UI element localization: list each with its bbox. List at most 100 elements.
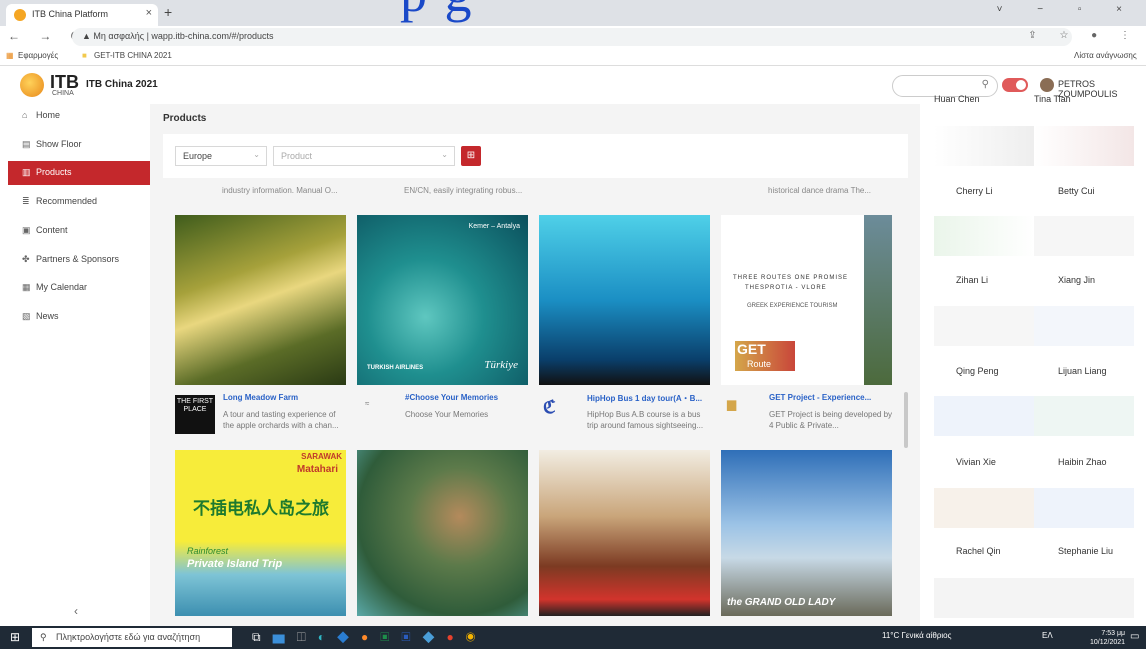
address-bar[interactable]: ▲ Μη ασφαλής | wapp.itb-china.com/#/prod… [72,28,1072,46]
contact-name[interactable]: Vivian Xie [956,457,996,467]
sidebar-item-label: Home [36,110,61,120]
product-image [539,215,710,385]
reading-list[interactable]: Λίστα ανάγνωσης [1074,51,1137,60]
browser-toolbar-icons[interactable]: ⇪ ☆ ● ⋮ [1028,30,1140,41]
product-title[interactable]: Long Meadow Farm [223,393,347,402]
card-desc-cut: industry information. Manual O... [222,186,338,195]
sidebar-item-content[interactable]: ▣ Content [8,219,150,243]
itb-logo-icon [20,73,44,97]
card-desc-cut: historical dance drama The... [768,186,872,195]
product-desc: A tour and tasting experience of the app… [223,410,339,430]
browser-tab-strip: ITB China Platform × + ˅ − ▫ × [0,0,1146,26]
folder-icon: ■ [82,51,87,60]
new-tab-button[interactable]: + [164,4,172,20]
sidebar-item-partners[interactable]: ✤ Partners & Sponsors [8,248,150,272]
notifications-icon[interactable]: ▭ [1130,631,1139,642]
collapse-sidebar-button[interactable]: ‹ [74,604,78,618]
product-title[interactable]: GET Project - Experience... [769,393,893,402]
address-bar-row: ← → C ▲ Μη ασφαλής | wapp.itb-china.com/… [0,26,1146,48]
product-image [175,215,346,385]
product-desc: HipHop Bus A.B course is a bus trip arou… [587,410,704,430]
matahari-text: Matahari [296,464,338,475]
calendar-icon: ▦ [22,282,31,292]
contact-name[interactable]: Lijuan Liang [1058,366,1107,376]
grid-view-button[interactable]: ⊞ [461,146,481,166]
contact-name[interactable]: Xiang Jin [1058,275,1095,285]
floor-icon: ▤ [22,139,31,149]
sidebar-item-label: Partners & Sponsors [36,254,120,264]
bookmark-get-itb[interactable]: GET-ITB CHINA 2021 [94,51,172,60]
taskbar: ⊞ ⚲ Πληκτρολογήστε εδώ για αναζήτηση ⧉▆◫◐… [0,626,1146,649]
sidebar-item-calendar[interactable]: ▦ My Calendar [8,276,150,300]
filter-bar: Europe ⌄ Product ⌄ ⊞ [163,134,908,178]
sidebar-item-news[interactable]: ▧ News [8,305,150,329]
contact-name[interactable]: Haibin Zhao [1058,457,1107,467]
sidebar-item-label: Recommended [36,196,98,206]
url-text: wapp.itb-china.com/#/products [151,31,274,41]
main-scrollbar[interactable] [904,392,908,448]
sidebar-item-products[interactable]: ▥ Products [8,161,150,185]
avatar[interactable] [1040,78,1054,92]
contact-name[interactable]: Rachel Qin [956,546,1001,556]
product-image [539,450,710,616]
product-select[interactable]: Product ⌄ [273,146,455,166]
bookmark-apps[interactable]: Εφαρμογές [18,51,58,60]
apps-grid-icon[interactable]: ▦ [6,51,14,60]
product-image: Kemer – Antalya TURKISH AIRLINES Türkiye [357,215,528,385]
company-logo: ℭ [543,397,556,417]
sidebar-item-label: News [36,311,59,321]
contact-name[interactable]: Betty Cui [1058,186,1095,196]
clock[interactable]: 7:53 μμ 10/12/2021 [1090,629,1125,647]
taskbar-search-placeholder: Πληκτρολογήστε εδώ για αναζήτηση [56,632,201,642]
sidebar-item-recommended[interactable]: ≣ Recommended [8,190,150,214]
product-image: THREE ROUTES ONE PROMISE THESPROTIA - VL… [721,215,892,385]
weather-status[interactable]: 11°C Γενικά αίθριος [882,631,952,640]
product-title[interactable]: #Choose Your Memories [405,393,529,402]
window-controls[interactable]: ˅ − ▫ × [997,4,1138,15]
contact-name[interactable]: Stephanie Liu [1058,546,1113,556]
get-logo-text: GET [737,341,766,357]
recommended-icon: ≣ [22,196,30,206]
get-line3: GREEK EXPERIENCE TOURISM [747,303,838,309]
security-indicator[interactable]: ▲ Μη ασφαλής [82,31,144,41]
region-select[interactable]: Europe ⌄ [175,146,267,166]
sidebar-item-label: Content [36,225,68,235]
windows-start-icon[interactable]: ⊞ [10,630,20,644]
language-indicator[interactable]: ΕΛ [1042,631,1053,640]
contact-name[interactable]: Cherry Li [956,186,993,196]
search-icon[interactable]: ⚲ [982,79,989,90]
news-icon: ▧ [22,311,31,321]
contact-name[interactable]: Zihan Li [956,275,988,285]
sidebar-item-label: Products [36,167,72,177]
contact-name[interactable]: Tina Tian [1034,94,1071,104]
product-image [357,450,528,616]
location-text: Kemer – Antalya [468,223,520,230]
tab-close-icon[interactable]: × [146,7,152,19]
company-logo: ≈ [365,399,370,408]
sidebar-item-show-floor[interactable]: ▤ Show Floor [8,133,150,157]
taskbar-app-icons[interactable]: ⧉▆◫◐◆●▣▣◆●◉ [252,630,487,645]
card-desc-cut: EN/CN, easily integrating robus... [404,186,523,195]
company-logo: THE FIRST PLACE [175,395,215,434]
sarawak-text: SARAWAK [301,452,342,461]
home-icon: ⌂ [22,110,28,120]
contact-name[interactable]: Qing Peng [956,366,999,376]
favicon-icon [14,9,26,21]
product-desc: GET Project is being developed by 4 Publ… [769,410,893,430]
language-toggle[interactable] [1002,78,1028,92]
bookmarks-bar: ▦ Εφαρμογές ■ GET-ITB CHINA 2021 Λίστα α… [0,48,1146,66]
sidebar-item-label: Show Floor [36,139,82,149]
sidebar-item-home[interactable]: ⌂ Home [8,104,150,128]
product-title[interactable]: HipHop Bus 1 day tour(A・B... [587,393,711,404]
content-icon: ▣ [22,225,31,235]
browser-tab[interactable]: ITB China Platform × [6,4,158,26]
product-image: the GRAND OLD LADY [721,450,892,616]
chevron-down-icon: ⌄ [441,150,448,159]
chinese-title: 不插电私人岛之旅 [193,499,329,518]
logo-subtext: CHINA [52,90,74,97]
grand-old-lady-text: the GRAND OLD LADY [727,597,836,608]
region-value: Europe [183,151,213,161]
contact-name[interactable]: Huan Chen [934,94,980,104]
products-icon: ▥ [22,167,31,177]
taskbar-search[interactable]: ⚲ Πληκτρολογήστε εδώ για αναζήτηση [32,628,232,647]
